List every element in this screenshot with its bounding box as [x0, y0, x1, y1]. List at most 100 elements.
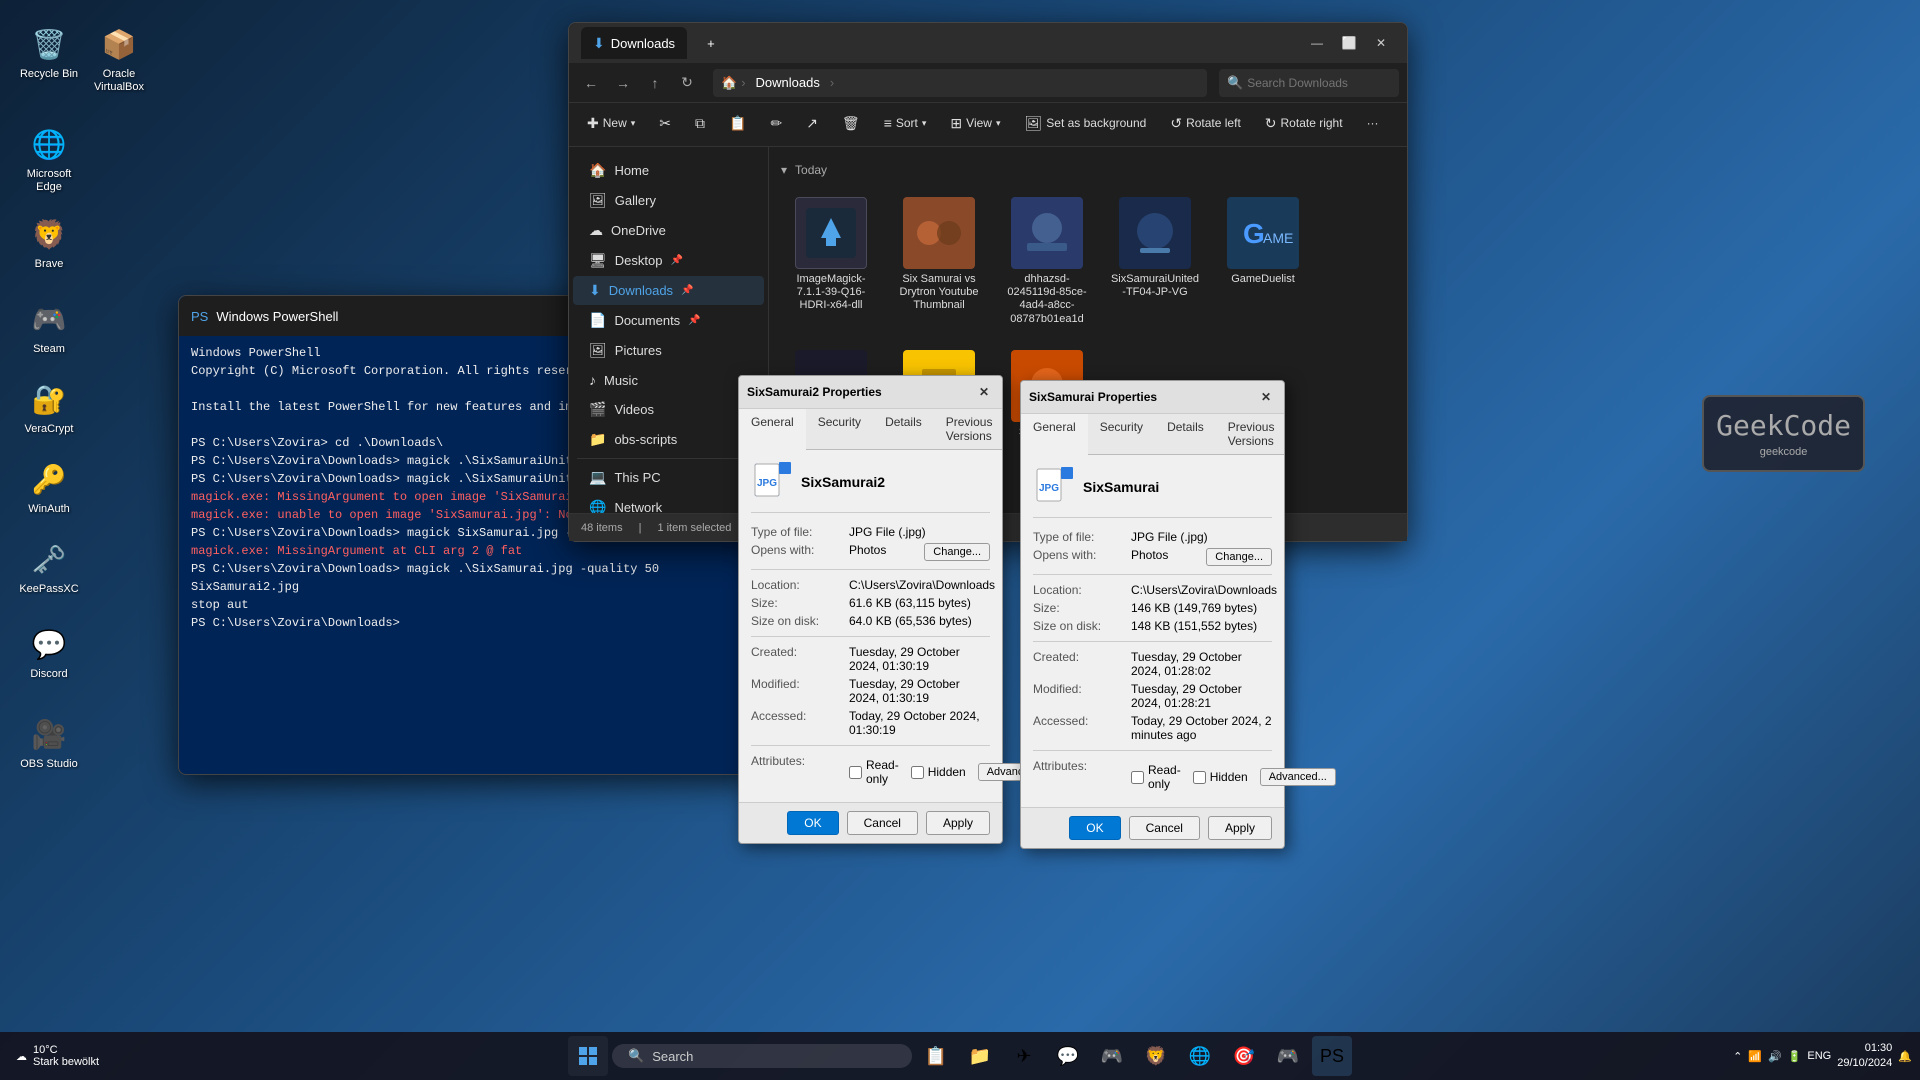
- props1-ok-btn[interactable]: OK: [787, 811, 838, 835]
- taskbar-app1[interactable]: 🎯: [1224, 1036, 1264, 1076]
- file-imagemagick[interactable]: ImageMagick-7.1.1-39-Q16-HDRI-x64-dll: [781, 189, 881, 334]
- rename-btn[interactable]: ✏: [760, 107, 792, 139]
- props2-close-btn[interactable]: ✕: [1256, 387, 1276, 407]
- props1-hidden-cb[interactable]: Hidden: [911, 765, 966, 779]
- copy-btn[interactable]: ⧉: [685, 107, 715, 139]
- sort-btn[interactable]: ≡ Sort ▾: [874, 107, 937, 139]
- props2-cancel-btn[interactable]: Cancel: [1129, 816, 1200, 840]
- address-downloads[interactable]: Downloads: [750, 73, 826, 92]
- props1-readonly-cb[interactable]: Read-only: [849, 758, 899, 786]
- props1-readonly-input[interactable]: [849, 766, 862, 779]
- desktop-icon-discord[interactable]: 💬 Discord: [14, 620, 84, 685]
- taskbar-terminal[interactable]: PS: [1312, 1036, 1352, 1076]
- rotate-left-btn[interactable]: ↺ Rotate left: [1160, 107, 1250, 139]
- tray-battery[interactable]: 🔋: [1788, 1050, 1802, 1063]
- props1-close-btn[interactable]: ✕: [974, 382, 994, 402]
- props1-tab-general[interactable]: General: [739, 409, 806, 450]
- sidebar-item-videos[interactable]: 🎬 Videos: [573, 395, 764, 424]
- props2-tab-details[interactable]: Details: [1155, 414, 1216, 454]
- props1-cancel-btn[interactable]: Cancel: [847, 811, 918, 835]
- sidebar-item-gallery[interactable]: 🖼 Gallery: [573, 186, 764, 215]
- desktop-icon-virtualbox[interactable]: 📦 Oracle VirtualBox: [84, 20, 154, 98]
- taskbar-widgets[interactable]: 📋: [916, 1036, 956, 1076]
- desktop-icon-obs[interactable]: 🎥 OBS Studio: [14, 710, 84, 775]
- props1-tab-previous[interactable]: Previous Versions: [934, 409, 1005, 449]
- maximize-btn[interactable]: ⬜: [1335, 29, 1363, 57]
- props2-apply-btn[interactable]: Apply: [1208, 816, 1272, 840]
- taskbar-whatsapp[interactable]: 💬: [1048, 1036, 1088, 1076]
- search-box[interactable]: 🔍: [1219, 69, 1399, 97]
- desktop-icon-winauth[interactable]: 🔑 WinAuth: [14, 455, 84, 520]
- taskbar-search[interactable]: 🔍 Search: [612, 1044, 912, 1068]
- props2-tab-previous[interactable]: Previous Versions: [1216, 414, 1287, 454]
- taskbar-steam-task[interactable]: 🎮: [1268, 1036, 1308, 1076]
- search-input[interactable]: [1247, 76, 1387, 90]
- sidebar-item-obs-scripts[interactable]: 📁 obs-scripts: [573, 425, 764, 454]
- props1-tab-security[interactable]: Security: [806, 409, 873, 449]
- sidebar-item-this-pc[interactable]: 💻 This PC: [573, 463, 764, 492]
- view-btn[interactable]: ⊞ View ▾: [940, 107, 1010, 139]
- share-btn[interactable]: ↗: [796, 107, 828, 139]
- props1-hidden-input[interactable]: [911, 766, 924, 779]
- explorer-tab-downloads[interactable]: ⬇ Downloads: [581, 27, 687, 59]
- file-dhhazsd[interactable]: dhhazsd-0245119d-85ce-4ad4-a8cc-08787b01…: [997, 189, 1097, 334]
- file-sixsamurai-vs[interactable]: Six Samurai vs Drytron Youtube Thumbnail: [889, 189, 989, 334]
- sidebar-item-desktop[interactable]: 🖥 Desktop 📌: [573, 246, 764, 275]
- sidebar-item-onedrive[interactable]: ☁ OneDrive: [573, 216, 764, 245]
- sidebar-item-network[interactable]: 🌐 Network: [573, 493, 764, 513]
- refresh-btn[interactable]: ↻: [673, 69, 701, 97]
- props2-ok-btn[interactable]: OK: [1069, 816, 1120, 840]
- rotate-right-btn[interactable]: ↻ Rotate right: [1255, 107, 1353, 139]
- taskbar-brave-task[interactable]: 🦁: [1136, 1036, 1176, 1076]
- new-tab-btn[interactable]: +: [695, 27, 727, 59]
- desktop-icon-steam[interactable]: 🎮 Steam: [14, 295, 84, 360]
- tray-notification[interactable]: 🔔: [1898, 1050, 1912, 1063]
- taskbar-browser2[interactable]: 🌐: [1180, 1036, 1220, 1076]
- sidebar-item-music[interactable]: ♪ Music: [573, 366, 764, 394]
- desktop-icon-keepassxc[interactable]: 🗝️ KeePassXC: [14, 535, 84, 600]
- cut-btn[interactable]: ✂: [649, 107, 681, 139]
- weather-widget[interactable]: ☁ 10°C Stark bewölkt: [8, 1044, 107, 1068]
- props1-tab-details[interactable]: Details: [873, 409, 934, 449]
- tray-up-arrow[interactable]: ⌃: [1733, 1050, 1742, 1063]
- address-bar[interactable]: 🏠 › Downloads ›: [713, 69, 1207, 97]
- close-btn[interactable]: ✕: [1367, 29, 1395, 57]
- props2-change-btn[interactable]: Change...: [1206, 548, 1272, 566]
- more-btn[interactable]: ···: [1357, 107, 1389, 139]
- taskbar-discord-task[interactable]: 🎮: [1092, 1036, 1132, 1076]
- set-background-btn[interactable]: 🖼 Set as background: [1014, 107, 1156, 139]
- minimize-btn[interactable]: —: [1303, 29, 1331, 57]
- sidebar-item-pictures[interactable]: 🖼 Pictures: [573, 336, 764, 365]
- desktop-icon-edge[interactable]: 🌐 Microsoft Edge: [14, 120, 84, 198]
- sidebar-item-home[interactable]: 🏠 Home: [573, 156, 764, 185]
- taskbar-telegram[interactable]: ✈: [1004, 1036, 1044, 1076]
- new-btn[interactable]: ✚ New ▾: [577, 107, 645, 139]
- up-btn[interactable]: ↑: [641, 69, 669, 97]
- props1-change-btn[interactable]: Change...: [924, 543, 990, 561]
- props1-apply-btn[interactable]: Apply: [926, 811, 990, 835]
- sidebar-item-documents[interactable]: 📄 Documents 📌: [573, 306, 764, 335]
- tray-kb-lang[interactable]: ENG: [1807, 1050, 1831, 1062]
- desktop-icon-recycle-bin[interactable]: 🗑️ Recycle Bin: [14, 20, 84, 85]
- props2-hidden-cb[interactable]: Hidden: [1193, 770, 1248, 784]
- taskbar-explorer[interactable]: 📁: [960, 1036, 1000, 1076]
- file-gameduelist[interactable]: G AME GameDuelist: [1213, 189, 1313, 334]
- desktop-icon-brave[interactable]: 🦁 Brave: [14, 210, 84, 275]
- section-today[interactable]: ▾ Today: [781, 159, 1395, 181]
- forward-btn[interactable]: →: [609, 69, 637, 97]
- props2-hidden-input[interactable]: [1193, 771, 1206, 784]
- file-sixsamurai-united[interactable]: SixSamuraiUnited-TF04-JP-VG: [1105, 189, 1205, 334]
- sidebar-item-downloads[interactable]: ⬇ Downloads 📌: [573, 276, 764, 305]
- props2-readonly-cb[interactable]: Read-only: [1131, 763, 1181, 791]
- clock-display[interactable]: 01:30 29/10/2024: [1837, 1041, 1892, 1072]
- geekcode-widget[interactable]: GeekCode geekcode: [1702, 395, 1865, 472]
- props2-tab-general[interactable]: General: [1021, 414, 1088, 455]
- paste-btn[interactable]: 📋: [719, 107, 756, 139]
- start-button[interactable]: [568, 1036, 608, 1076]
- desktop-icon-veracrypt[interactable]: 🔐 VeraCrypt: [14, 375, 84, 440]
- props2-advanced-btn[interactable]: Advanced...: [1260, 768, 1336, 786]
- props2-readonly-input[interactable]: [1131, 771, 1144, 784]
- tray-audio[interactable]: 🔊: [1768, 1050, 1782, 1063]
- delete-btn[interactable]: 🗑: [832, 107, 870, 139]
- props2-tab-security[interactable]: Security: [1088, 414, 1155, 454]
